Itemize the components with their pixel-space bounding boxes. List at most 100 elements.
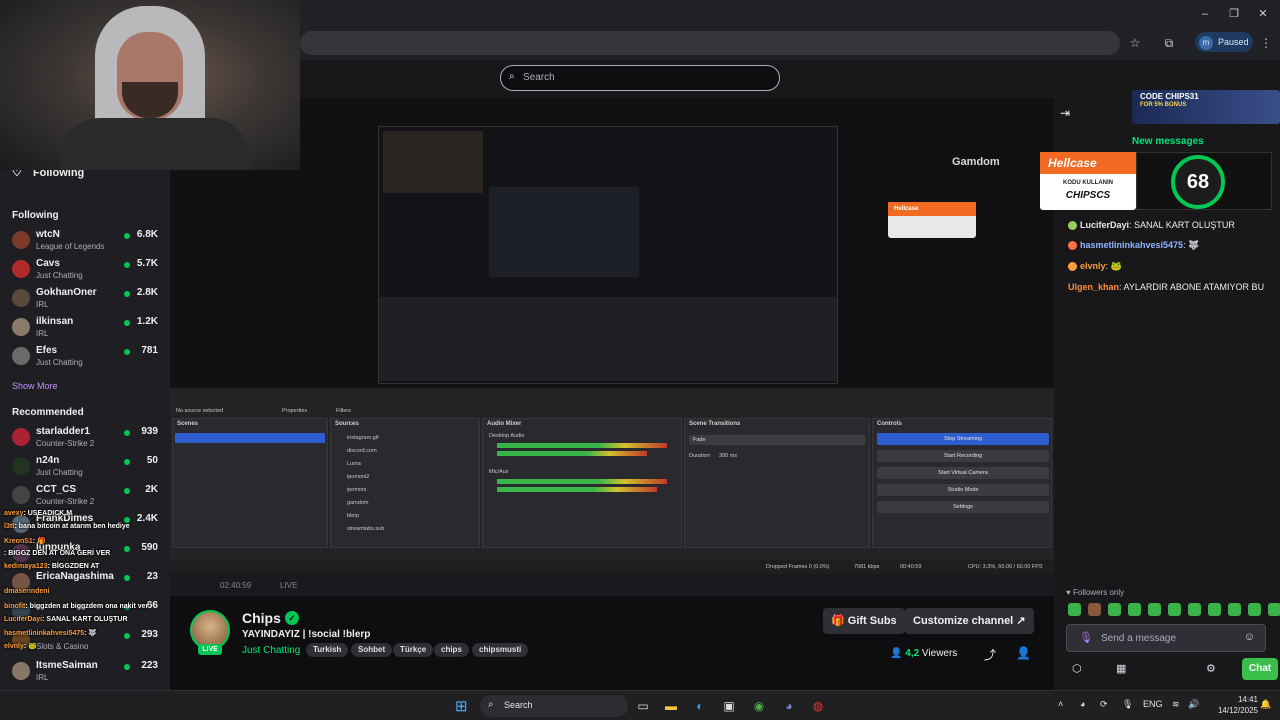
obs-source[interactable]: ipomoni <box>347 487 366 493</box>
chrome-icon[interactable]: ◉ <box>750 697 768 715</box>
wifi-icon[interactable]: ≋ <box>1172 699 1180 710</box>
stream-tag[interactable]: Turkish <box>306 643 349 657</box>
emote-icon[interactable] <box>1068 603 1081 616</box>
store-icon[interactable]: ▦ <box>1116 662 1126 675</box>
volume-icon[interactable]: 🔊 <box>1188 699 1199 710</box>
sidebar-channel[interactable]: CCT_CS Counter-Strike 2 2K <box>0 482 170 511</box>
obs-settings-button[interactable]: Settings <box>877 501 1049 513</box>
restore-button[interactable]: ❐ <box>1225 6 1243 22</box>
new-messages-label[interactable]: New messages <box>1132 136 1204 147</box>
task-view-icon[interactable]: ▭ <box>634 697 652 715</box>
search-input[interactable]: ⌕ Search <box>500 65 780 91</box>
share-icon[interactable]: ⤴ <box>984 646 996 663</box>
profile-button[interactable]: m Paused <box>1195 32 1253 52</box>
emote-icon[interactable] <box>1088 603 1101 616</box>
sidebar-channel[interactable]: Cavs Just Chatting 5.7K <box>0 256 170 285</box>
obs-meter-mic-2 <box>497 487 657 492</box>
obs-virtual-camera-button[interactable]: Start Virtual Camera <box>877 467 1049 479</box>
tray-discord-icon[interactable]: ◕ <box>1080 699 1085 709</box>
sidebar-channel[interactable]: wtcN League of Legends 6.8K <box>0 227 170 256</box>
obs-scene-selected[interactable] <box>175 433 325 443</box>
store-app-icon[interactable]: ▣ <box>720 697 738 715</box>
obs-source[interactable]: gamdom <box>347 500 368 506</box>
sidebar-channel[interactable]: starladder1 Counter-Strike 2 939 <box>0 424 170 453</box>
stream-tag[interactable]: Türkçe <box>393 643 434 657</box>
video-player[interactable]: Gamdom Hellcase No source selected Prope… <box>170 98 1054 596</box>
obs-source[interactable]: instagram.gif <box>347 435 379 441</box>
obs-meter-desktop-2 <box>497 451 647 456</box>
chat-message-input[interactable]: 🎙 Send a message ☺ <box>1066 624 1266 652</box>
stream-tag[interactable]: Sohbet <box>351 643 393 657</box>
emote-icon[interactable] <box>1268 603 1280 616</box>
notification-bell-icon[interactable]: 🔔 <box>1260 699 1271 710</box>
streamer-name[interactable]: Chips <box>242 610 281 626</box>
promo-banner[interactable]: CODE CHIPS31 FOR 5% BONUS <box>1132 90 1280 124</box>
obs-duration-value[interactable]: 300 ms <box>719 453 737 459</box>
obs-source[interactable]: Luma <box>347 461 361 467</box>
sidebar-channel[interactable]: GokhanOner IRL 2.8K <box>0 285 170 314</box>
obs-stop-streaming-button[interactable]: Stop Streaming <box>877 433 1049 445</box>
chat-username[interactable]: LuciferDayi <box>1080 220 1129 230</box>
obs-studio-mode-button[interactable]: Studio Mode <box>877 484 1049 496</box>
obs-source[interactable]: streamlabs.sub <box>347 526 384 532</box>
address-bar[interactable] <box>300 31 1120 55</box>
chat-username[interactable]: Ulgen_khan <box>1068 282 1119 292</box>
chat-username[interactable]: elvnly <box>1080 261 1106 271</box>
obs-source[interactable]: blerp <box>347 513 359 519</box>
live-dot <box>124 459 130 465</box>
emoji-picker-icon[interactable]: ☺ <box>1244 631 1255 643</box>
customize-channel-button[interactable]: Customize channel ↗ <box>905 608 1034 634</box>
obs-icon[interactable]: ◍ <box>809 697 827 715</box>
channel-points-icon[interactable]: ⬡ <box>1072 662 1082 675</box>
hellcase-banner[interactable]: Hellcase KODU KULLANIN CHIPSCS 68 <box>1040 152 1272 210</box>
windows-start-icon[interactable]: ⊞ <box>455 697 468 715</box>
edge-icon[interactable]: ◐ <box>691 697 709 715</box>
profile-card-icon[interactable]: 👤 <box>1016 646 1031 660</box>
avatar <box>12 347 30 365</box>
obs-start-recording-button[interactable]: Start Recording <box>877 450 1049 462</box>
chat-username[interactable]: hasmetlininkahvesi5475 <box>1080 240 1183 250</box>
obs-transition-select[interactable]: Fade <box>689 435 865 445</box>
emote-icon[interactable] <box>1248 603 1261 616</box>
taskbar-clock[interactable]: 14:41 14/12/2025 <box>1216 694 1258 716</box>
language-indicator[interactable]: ENG <box>1143 699 1163 709</box>
sidebar-channel[interactable]: Efes Just Chatting 781 <box>0 343 170 372</box>
obs-source[interactable]: ipomoni2 <box>347 474 369 480</box>
bookmark-star-icon[interactable]: ☆ <box>1126 34 1144 52</box>
stream-tag[interactable]: chips <box>434 643 469 657</box>
microphone-icon[interactable]: 🎙 <box>1079 631 1093 644</box>
stream-category[interactable]: Just Chatting <box>242 645 300 656</box>
sidebar-channel[interactable]: ItsmeSaiman IRL 223 <box>0 658 170 687</box>
gift-subs-button[interactable]: 🎁 Gift Subs <box>823 608 905 634</box>
avatar <box>12 260 30 278</box>
tray-chevron-icon[interactable]: ˄ <box>1058 699 1063 709</box>
emote-icon[interactable] <box>1128 603 1141 616</box>
emote-icon[interactable] <box>1168 603 1181 616</box>
chat-badge-icon <box>1068 221 1077 231</box>
sidebar-channel[interactable]: n24n Just Chatting 50 <box>0 453 170 482</box>
emote-icon[interactable] <box>1188 603 1201 616</box>
taskbar-search[interactable]: ⌕ Search <box>480 695 628 717</box>
emote-icon[interactable] <box>1148 603 1161 616</box>
send-chat-button[interactable]: Chat <box>1242 658 1278 680</box>
stream-tag[interactable]: chipsmusti <box>472 643 529 657</box>
show-more-link[interactable]: Show More <box>12 381 58 391</box>
discord-icon[interactable]: ◕ <box>780 697 798 715</box>
tray-sync-icon[interactable]: ⟳ <box>1100 699 1108 710</box>
collapse-chat-icon[interactable]: ⇥ <box>1060 106 1070 120</box>
sidebar-channel[interactable]: ilkinsan IRL 1.2K <box>0 314 170 343</box>
emote-icon[interactable] <box>1108 603 1121 616</box>
chat-settings-gear-icon[interactable]: ⚙ <box>1206 662 1216 675</box>
obs-panels: No source selected Properties Filters Sc… <box>170 388 1054 578</box>
chat-text: SANAL KART OLUŞTUR <box>1134 220 1235 230</box>
emote-icon[interactable] <box>1228 603 1241 616</box>
minimize-button[interactable]: – <box>1196 6 1214 22</box>
obs-source[interactable]: discord.com <box>347 448 377 454</box>
menu-kebab-icon[interactable]: ⋮ <box>1257 34 1275 52</box>
emote-icon[interactable] <box>1208 603 1221 616</box>
tray-mic-icon[interactable]: 🎙 <box>1122 699 1133 710</box>
obs-transitions-title: Scene Transitions <box>689 421 741 427</box>
extensions-icon[interactable]: ⧉ <box>1160 34 1178 52</box>
file-explorer-icon[interactable]: ▬ <box>662 697 680 715</box>
close-button[interactable]: ✕ <box>1254 6 1272 22</box>
